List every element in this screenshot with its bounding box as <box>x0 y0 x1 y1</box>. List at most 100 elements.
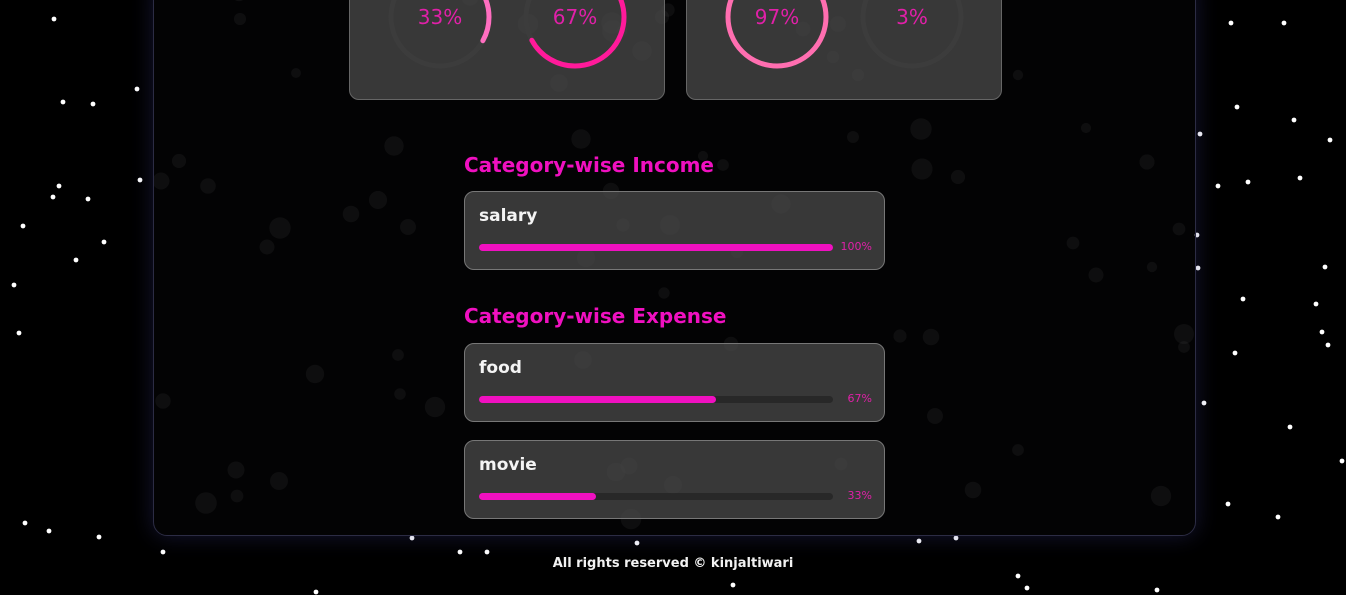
blurred-particle <box>1178 341 1190 353</box>
star <box>22 520 28 526</box>
blurred-particle <box>171 153 187 169</box>
star <box>1297 175 1303 181</box>
star <box>1339 458 1345 464</box>
star <box>409 535 415 541</box>
blurred-particle <box>291 68 301 78</box>
income-section-title: Category-wise Income <box>464 153 714 177</box>
star <box>1322 264 1328 270</box>
star <box>11 282 17 288</box>
income-ring-0-percent: 33% <box>417 5 463 29</box>
blurred-particle <box>1139 154 1155 170</box>
star <box>1313 301 1319 307</box>
blurred-particle <box>922 328 940 346</box>
blurred-particle <box>847 131 859 143</box>
income-ring-1-percent: 67% <box>552 5 598 29</box>
expense-category-food: food 67% <box>464 343 885 422</box>
star <box>1225 501 1231 507</box>
expense-ring-1-percent: 3% <box>896 5 928 29</box>
category-name: movie <box>479 455 537 475</box>
expense-ring-0: 97% <box>722 0 832 72</box>
blurred-particle <box>964 481 982 499</box>
star <box>46 528 52 534</box>
blurred-particle <box>155 393 171 409</box>
footer-copyright: All rights reserved © kinjaltiwari <box>552 556 794 571</box>
star <box>56 183 62 189</box>
blurred-particle <box>230 489 244 503</box>
star <box>1319 329 1325 335</box>
star <box>916 538 922 544</box>
blurred-particle <box>400 219 416 235</box>
category-percent: 67% <box>847 392 872 405</box>
star <box>1154 587 1160 593</box>
blurred-particle <box>1066 236 1080 250</box>
category-percent: 100% <box>840 240 872 253</box>
star <box>16 330 22 336</box>
star <box>85 196 91 202</box>
expense-section-title: Category-wise Expense <box>464 304 727 328</box>
category-progress-fill <box>479 396 717 403</box>
expense-category-movie: movie 33% <box>464 440 885 519</box>
star <box>96 534 102 540</box>
star <box>1024 585 1030 591</box>
summary-card-income: 33% 67% <box>349 0 665 100</box>
star <box>1201 400 1207 406</box>
expense-ring-0-percent: 97% <box>754 5 800 29</box>
blurred-particle <box>200 178 216 194</box>
star <box>730 582 736 588</box>
dashboard-panel: 33% 67% 97% 3% Category-wise Income sala… <box>153 0 1196 536</box>
blurred-particle <box>368 190 388 210</box>
category-name: salary <box>479 206 538 226</box>
blurred-particle <box>259 239 275 255</box>
star <box>313 589 319 595</box>
blurred-particle <box>717 159 729 171</box>
star <box>1287 424 1293 430</box>
category-progress-fill <box>479 244 833 251</box>
star <box>1195 265 1201 271</box>
star <box>1281 20 1287 26</box>
blurred-particle <box>305 364 325 384</box>
blurred-particle <box>234 0 244 2</box>
blurred-particle <box>1012 69 1024 81</box>
blurred-particle <box>195 492 217 514</box>
blurred-particle <box>950 169 966 185</box>
star <box>484 549 490 555</box>
star <box>634 540 640 546</box>
blurred-particle <box>227 461 245 479</box>
blurred-particle <box>1080 122 1092 134</box>
blurred-particle <box>269 217 291 239</box>
star <box>73 257 79 263</box>
income-category-salary: salary 100% <box>464 191 885 270</box>
blurred-particle <box>910 118 932 140</box>
blurred-particle <box>342 205 360 223</box>
star <box>457 549 463 555</box>
blurred-particle <box>394 388 406 400</box>
star <box>1291 117 1297 123</box>
income-ring-0: 33% <box>385 0 495 72</box>
blurred-particle <box>270 472 288 490</box>
blurred-particle <box>233 12 247 26</box>
star <box>1015 573 1021 579</box>
star <box>60 99 66 105</box>
star <box>1197 131 1203 137</box>
star <box>101 239 107 245</box>
star <box>1234 104 1240 110</box>
summary-card-expense: 97% 3% <box>686 0 1002 100</box>
star <box>160 549 166 555</box>
category-progress-track <box>479 244 833 251</box>
blurred-particle <box>893 329 907 343</box>
blurred-particle <box>1088 267 1104 283</box>
income-ring-1: 67% <box>520 0 630 72</box>
star <box>1245 179 1251 185</box>
star <box>134 86 140 92</box>
star <box>1240 296 1246 302</box>
star <box>50 194 56 200</box>
expense-ring-1: 3% <box>857 0 967 72</box>
blurred-particle <box>154 172 170 190</box>
blurred-particle <box>911 158 933 180</box>
star <box>953 535 959 541</box>
category-percent: 33% <box>847 489 872 502</box>
category-progress-track <box>479 396 833 403</box>
star <box>137 177 143 183</box>
blurred-particle <box>1174 324 1194 344</box>
blurred-particle <box>424 396 446 418</box>
